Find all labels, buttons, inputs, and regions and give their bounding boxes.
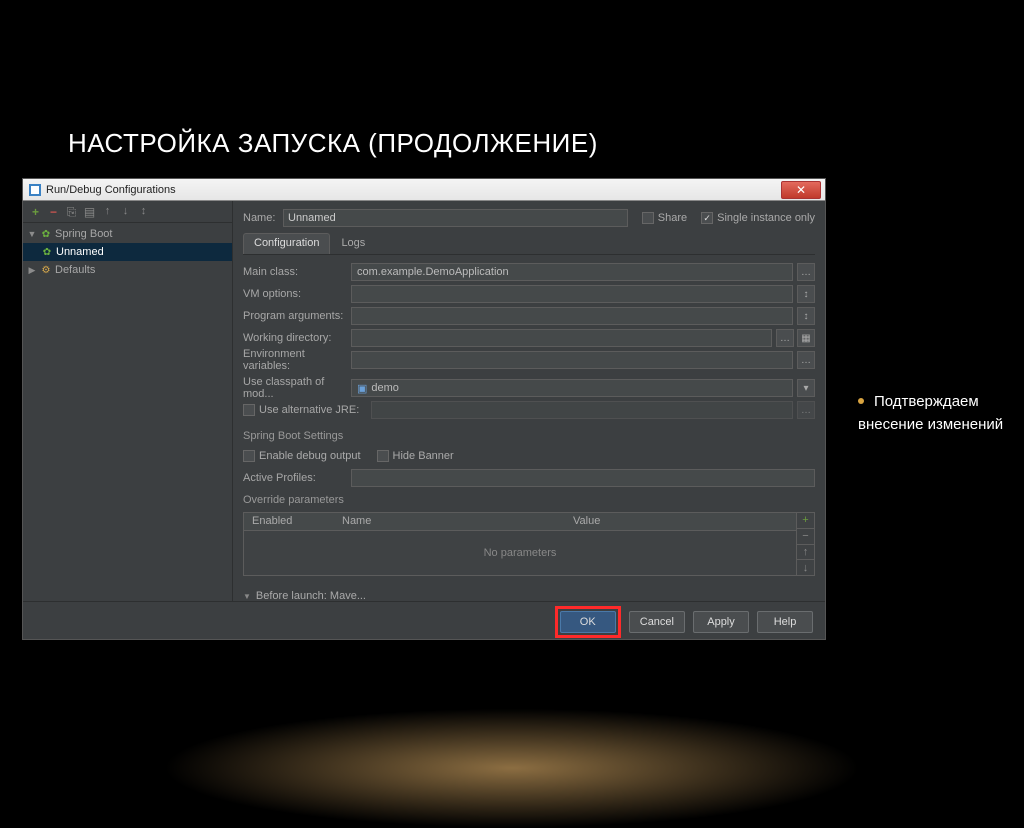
col-enabled: Enabled (244, 513, 334, 530)
active-profiles-label: Active Profiles: (243, 472, 351, 484)
caret-right-icon: ▶ (27, 265, 37, 276)
remove-config-button[interactable]: − (47, 205, 60, 218)
col-value: Value (565, 513, 796, 530)
caret-down-icon: ▼ (27, 229, 37, 239)
dialog-footer: OK Cancel Apply Help (23, 601, 825, 641)
ok-button[interactable]: OK (560, 611, 616, 633)
dialog-titlebar[interactable]: Run/Debug Configurations ✕ (23, 179, 825, 201)
single-instance-label: Single instance only (717, 212, 815, 224)
params-empty: No parameters (244, 531, 796, 575)
move-up-button[interactable]: ↑ (101, 205, 114, 218)
apply-button[interactable]: Apply (693, 611, 749, 633)
tab-configuration[interactable]: Configuration (243, 233, 330, 254)
name-label: Name: (243, 212, 283, 224)
program-args-label: Program arguments: (243, 310, 351, 322)
cancel-button[interactable]: Cancel (629, 611, 685, 633)
tab-logs[interactable]: Logs (330, 233, 376, 254)
dropdown-button[interactable]: ▾ (797, 379, 815, 397)
tree-label: Unnamed (56, 246, 104, 258)
working-dir-input[interactable] (351, 329, 772, 347)
checkbox-icon (642, 212, 654, 224)
tree-label: Spring Boot (55, 228, 112, 240)
spring-icon: ✿ (40, 228, 52, 240)
checkbox-icon (701, 212, 713, 224)
slide-bullet-block: Подтверждаем внесение изменений (858, 390, 1008, 437)
single-instance-checkbox[interactable]: Single instance only (701, 212, 815, 224)
tree-toolbar: + − ⎘ ▤ ↑ ↓ ↕ (23, 201, 232, 223)
col-name: Name (334, 513, 565, 530)
browse-button[interactable]: … (797, 263, 815, 281)
main-class-input[interactable]: com.example.DemoApplication (351, 263, 793, 281)
env-vars-label: Environment variables: (243, 348, 351, 372)
dialog-title: Run/Debug Configurations (46, 184, 176, 196)
spring-icon: ✿ (41, 246, 53, 258)
alt-jre-input (371, 401, 793, 419)
config-tree-panel: + − ⎘ ▤ ↑ ↓ ↕ ▼ ✿ Spring Boot ✿ Unnamed (23, 201, 233, 601)
config-tree[interactable]: ▼ ✿ Spring Boot ✿ Unnamed ▶ ⚙ Defaults (23, 223, 232, 601)
enable-debug-checkbox[interactable]: Enable debug output (243, 450, 361, 462)
hide-banner-checkbox[interactable]: Hide Banner (377, 450, 454, 462)
module-icon: ▣ (357, 382, 367, 395)
ok-highlight: OK (555, 606, 621, 638)
before-launch-section[interactable]: Before launch: Mave... (243, 586, 815, 601)
enable-debug-label: Enable debug output (259, 450, 361, 462)
window-close-button[interactable]: ✕ (781, 181, 821, 199)
program-args-input[interactable] (351, 307, 793, 325)
classpath-select[interactable]: ▣ demo (351, 379, 793, 397)
param-add-button[interactable]: + (797, 513, 814, 529)
add-config-button[interactable]: + (29, 205, 42, 218)
expand-button[interactable]: ↕ (797, 285, 815, 303)
param-down-button[interactable]: ↓ (797, 560, 814, 575)
copy-config-button[interactable]: ⎘ (65, 205, 78, 218)
main-class-label: Main class: (243, 266, 351, 278)
browse-button[interactable]: … (797, 351, 815, 369)
spring-section-label: Spring Boot Settings (243, 427, 815, 445)
folder-button[interactable]: ▦ (797, 329, 815, 347)
override-parameters-table: Enabled Name Value No parameters + − ↑ ↓ (243, 512, 815, 576)
vm-options-input[interactable] (351, 285, 793, 303)
tree-node-spring-boot[interactable]: ▼ ✿ Spring Boot (23, 225, 232, 243)
save-config-button[interactable]: ▤ (83, 205, 96, 218)
checkbox-icon (243, 450, 255, 462)
classpath-value: demo (371, 382, 399, 394)
bullet-dot-icon (858, 398, 864, 404)
config-form-panel: Name: Share Single instance only Configu… (233, 201, 825, 601)
alt-jre-label: Use alternative JRE: (259, 404, 359, 416)
browse-button: … (797, 401, 815, 419)
slide-glow (162, 708, 862, 828)
param-remove-button[interactable]: − (797, 529, 814, 545)
config-name-input[interactable] (283, 209, 628, 227)
expand-button[interactable]: ↕ (797, 307, 815, 325)
checkbox-icon (377, 450, 389, 462)
active-profiles-input[interactable] (351, 469, 815, 487)
tree-node-unnamed[interactable]: ✿ Unnamed (23, 243, 232, 261)
classpath-label: Use classpath of mod... (243, 376, 351, 400)
vm-options-label: VM options: (243, 288, 351, 300)
tree-label: Defaults (55, 264, 95, 276)
working-dir-label: Working directory: (243, 332, 351, 344)
override-label: Override parameters (243, 491, 815, 509)
alt-jre-checkbox[interactable] (243, 404, 255, 416)
bullet-text: Подтверждаем внесение изменений (858, 393, 1003, 433)
help-button[interactable]: Help (757, 611, 813, 633)
hide-banner-label: Hide Banner (393, 450, 454, 462)
share-checkbox[interactable]: Share (642, 212, 687, 224)
move-down-button[interactable]: ↓ (119, 205, 132, 218)
run-debug-dialog: Run/Debug Configurations ✕ + − ⎘ ▤ ↑ ↓ ↕… (22, 178, 826, 640)
app-icon (29, 184, 41, 196)
slide-title: НАСТРОЙКА ЗАПУСКА (ПРОДОЛЖЕНИЕ) (68, 128, 598, 159)
wrench-icon: ⚙ (40, 264, 52, 276)
browse-button[interactable]: … (776, 329, 794, 347)
expand-button[interactable]: ↕ (137, 205, 150, 218)
share-label: Share (658, 212, 687, 224)
env-vars-input[interactable] (351, 351, 793, 369)
tree-node-defaults[interactable]: ▶ ⚙ Defaults (23, 261, 232, 279)
form-tabs: Configuration Logs (243, 233, 815, 255)
param-up-button[interactable]: ↑ (797, 545, 814, 561)
